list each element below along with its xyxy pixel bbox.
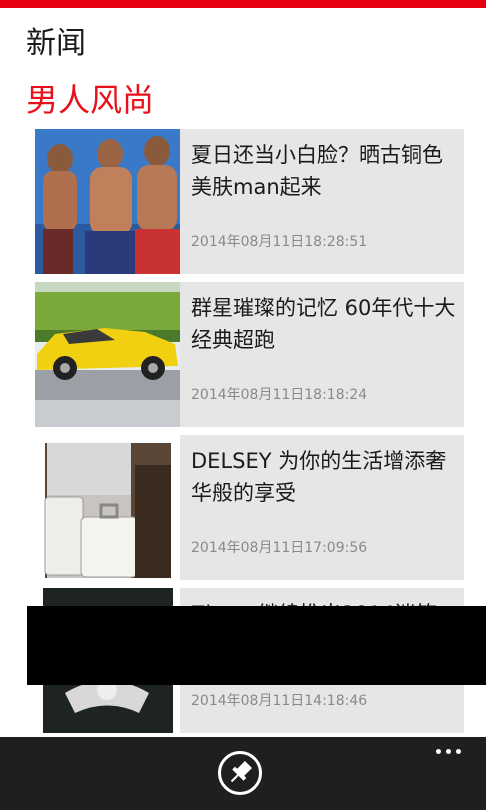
article-thumbnail [35, 435, 180, 580]
article-card[interactable]: 群星璀璨的记忆 60年代十大经典超跑 2014年08月11日18:18:24 [35, 282, 464, 427]
more-options-button[interactable] [432, 743, 466, 763]
ellipsis-dot [446, 749, 451, 754]
article-card[interactable]: 夏日还当小白脸？晒古铜色美肤man起来 2014年08月11日18:28:51 [35, 129, 464, 274]
article-thumbnail [35, 129, 180, 274]
redaction-block [27, 606, 486, 685]
article-time: 2014年08月11日14:18:46 [191, 693, 368, 709]
pin-button[interactable] [218, 751, 262, 795]
article-time: 2014年08月11日17:09:56 [191, 540, 368, 556]
article-time: 2014年08月11日18:18:24 [191, 387, 368, 403]
article-time: 2014年08月11日18:28:51 [191, 234, 368, 250]
top-accent-bar [0, 0, 486, 8]
article-title: 夏日还当小白脸？晒古铜色美肤man起来 [191, 143, 443, 199]
ellipsis-dot [456, 749, 461, 754]
article-title: 群星璀璨的记忆 60年代十大经典超跑 [191, 296, 456, 352]
article-card[interactable]: DELSEY 为你的生活增添奢华般的享受 2014年08月11日17:09:56 [35, 435, 464, 580]
section-title: 男人风尚 [26, 81, 155, 119]
article-title: DELSEY 为你的生活增添奢华般的享受 [191, 449, 447, 505]
ellipsis-icon [436, 749, 441, 754]
app-bar [0, 737, 486, 810]
article-thumbnail [35, 282, 180, 427]
pin-icon [230, 760, 253, 783]
app-title: 新闻 [26, 26, 86, 61]
